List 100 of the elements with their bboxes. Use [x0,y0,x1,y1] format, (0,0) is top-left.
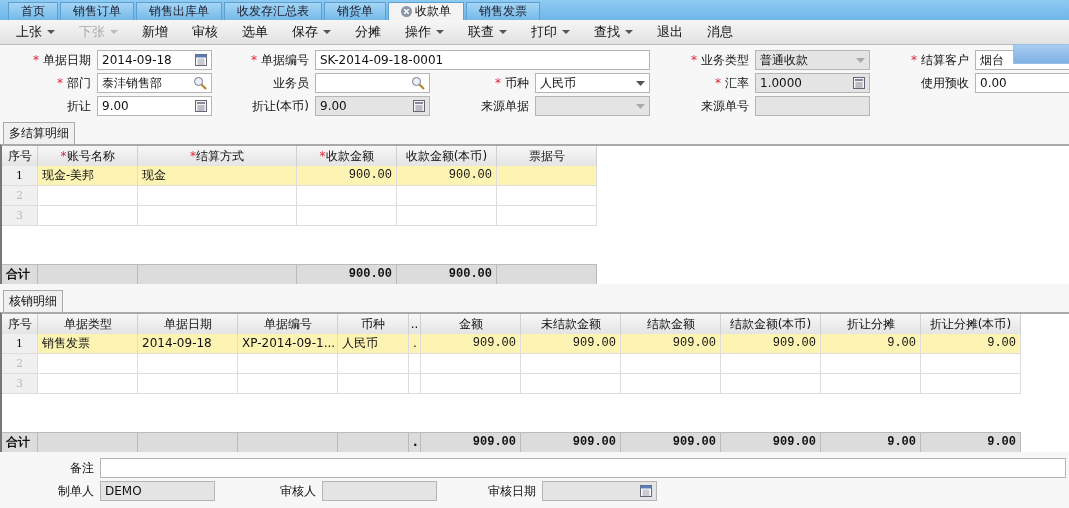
column-header: 金额 [458,315,483,333]
toolbar-button[interactable]: 选单 [230,21,280,43]
toolbar-button[interactable]: 分摊 [343,21,393,43]
search-icon[interactable] [193,76,207,90]
table-cell: 销售发票 [38,334,138,354]
table-cell: 909.00 [421,334,521,354]
table-cell [409,374,421,394]
section-tab[interactable]: 核销明细 [3,290,63,312]
total-cell: 909.00 [521,432,621,452]
column-header: .. [410,317,419,331]
row-number: 1 [2,334,38,354]
calculator-icon[interactable] [195,100,207,112]
toolbar-button[interactable]: 操作 [393,21,456,43]
caret-icon [47,30,55,34]
field-label: 审核日期 [488,482,536,500]
column-header: 结款金额 [646,315,695,333]
field-label: 备注 [70,459,94,477]
document-tab[interactable]: 收款单 [388,2,464,20]
toolbar-button[interactable]: 退出 [645,21,695,43]
required-mark: * [190,149,196,163]
toolbar-button[interactable]: 联查 [456,21,519,43]
column-header: 单据编号 [263,315,312,333]
toolbar-button[interactable]: 打印 [519,21,582,43]
column-header: 序号 [7,315,32,333]
field-label: 结算客户 [921,51,969,69]
column-header: 未结款金额 [540,315,601,333]
toolbar-button[interactable]: 上张 [4,21,67,43]
field-label: 业务类型 [701,51,749,69]
calendar-icon[interactable] [195,54,207,66]
total-cell: 909.00 [621,432,721,452]
section-tab[interactable]: 多结算明细 [3,122,75,144]
popup-panel [1013,44,1069,64]
total-cell: 900.00 [397,264,497,284]
table-cell [338,374,409,394]
table-cell: 900.00 [297,166,397,186]
column-header: 结算方式 [196,147,244,165]
column-header: 收款金额 [325,147,374,165]
toolbar-button[interactable]: 查找 [582,21,645,43]
toolbar-button[interactable]: 消息 [695,21,745,43]
field-label: 币种 [505,74,529,92]
column-header: 折让分摊 [846,315,895,333]
document-tab[interactable]: 销售发票 [466,2,540,20]
table-cell: XP-2014-09-1... [238,334,338,354]
column-header: 折让分摊(本币) [929,315,1012,333]
input-field[interactable]: 0.00 [975,73,1069,93]
document-tab[interactable]: 销货单 [324,2,386,20]
input-field[interactable]: 人民币 [535,73,650,93]
field-label: 单据编号 [261,51,309,69]
field-label: 业务员 [273,74,309,92]
column-header: 结款金额(本币) [729,315,812,333]
column-header: 单据类型 [63,315,112,333]
document-tab[interactable]: 销售出库单 [136,2,222,20]
total-cell: 9.00 [921,432,1021,452]
field-label: 使用预收 [921,74,969,92]
table-cell [409,354,421,374]
required-mark: * [911,53,917,67]
table-cell: 9.00 [921,334,1021,354]
document-tab[interactable]: 收发存汇总表 [224,2,322,20]
document-tab[interactable]: 销售订单 [60,2,134,20]
input-field[interactable] [100,458,1066,478]
table-cell: 2014-09-18 [138,334,238,354]
input-field[interactable]: 9.00 [97,96,212,116]
required-mark: * [495,76,501,90]
field-label: 来源单据 [481,97,529,115]
field-label: 汇率 [725,74,749,92]
required-mark: * [251,53,257,67]
field-label: 折让(本币) [251,97,309,115]
column-header: 票据号 [528,147,565,165]
caret-icon [625,30,633,34]
field-label: 制单人 [58,482,94,500]
table-cell: 909.00 [521,334,621,354]
input-field[interactable] [315,73,430,93]
search-icon[interactable] [411,76,425,90]
input-field[interactable]: 泰沣销售部 [97,73,212,93]
document-tab[interactable]: 首页 [8,2,58,20]
table-cell: 909.00 [721,334,821,354]
required-mark: * [715,76,721,90]
required-mark: * [319,149,326,163]
input-field[interactable]: SK-2014-09-18-0001 [315,50,650,70]
caret-icon [323,30,331,34]
caret-icon [499,30,507,34]
table-cell: 现金-美邦 [38,166,138,186]
input-field[interactable]: 2014-09-18 [97,50,212,70]
toolbar-button[interactable]: 新增 [130,21,180,43]
table-cell: 900.00 [397,166,497,186]
caret-icon [110,30,118,34]
caret-icon[interactable] [636,80,645,86]
close-icon[interactable] [401,6,412,17]
total-cell: . [409,432,421,452]
caret-icon [562,30,570,34]
table-cell: 人民币 [338,334,409,354]
column-header: 收款金额(本币) [405,147,488,165]
required-mark: * [691,53,697,67]
total-label: 合计 [2,264,38,284]
toolbar-button[interactable]: 审核 [180,21,230,43]
total-cell: 9.00 [821,432,921,452]
toolbar-button[interactable]: 保存 [280,21,343,43]
column-header: 序号 [7,147,32,165]
field-label: 折让 [67,97,91,115]
table-cell: 9.00 [821,334,921,354]
